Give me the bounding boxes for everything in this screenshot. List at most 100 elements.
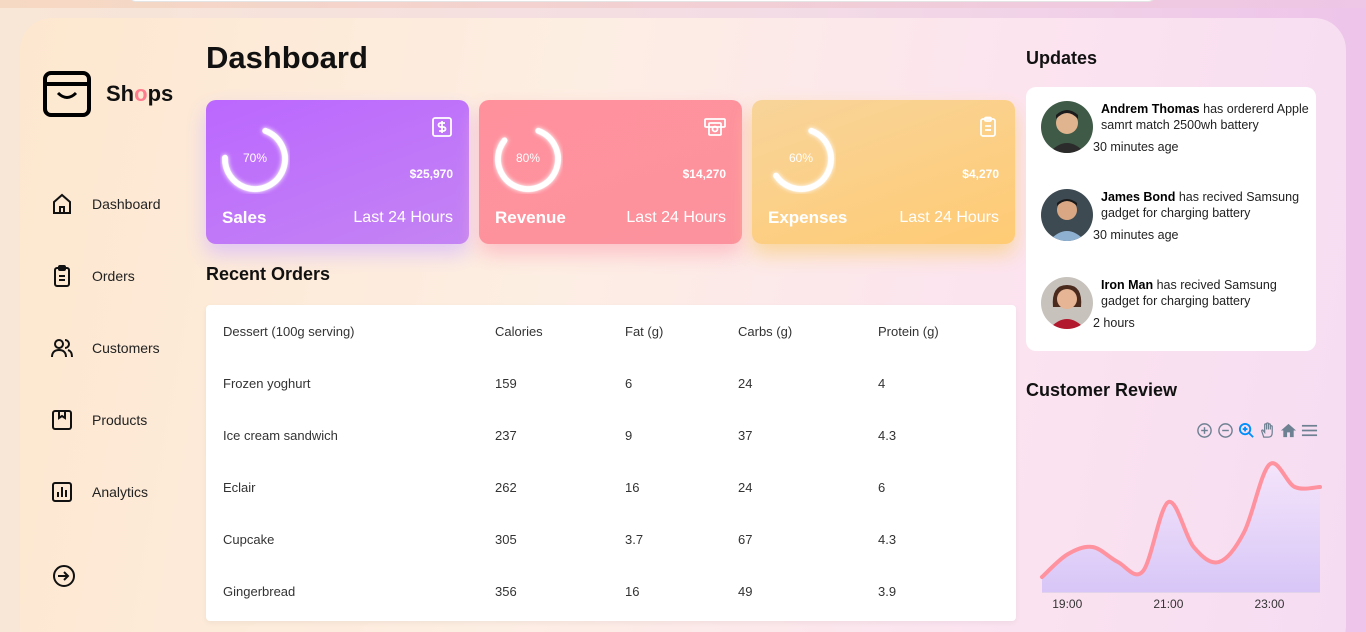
table-row[interactable]: Gingerbread 356 16 49 3.9 <box>206 565 1016 617</box>
table-cell: 49 <box>738 583 753 599</box>
column-header[interactable]: Carbs (g) <box>738 305 878 357</box>
money-icon <box>704 118 726 136</box>
table-cell: 3.9 <box>878 583 897 599</box>
update-item[interactable]: Iron Man has recived Samsung gadget for … <box>1041 277 1301 365</box>
table-cell: 356 <box>495 583 517 599</box>
table-row[interactable]: Cupcake 305 3.7 67 4.3 <box>206 513 1016 565</box>
update-time: 30 minutes age <box>1093 140 1179 154</box>
table-cell: 9 <box>625 427 633 443</box>
sales-period: Last 24 Hours <box>353 209 453 226</box>
table-cell: 305 <box>495 531 517 547</box>
summary-cards: 70% $25,970 Sales Last 24 Hours 80% $14,… <box>206 100 1015 244</box>
expenses-label: Expenses <box>768 208 848 227</box>
revenue-card[interactable]: 80% $14,270 Revenue Last 24 Hours <box>479 100 742 244</box>
table-row[interactable]: Eclair 262 16 24 6 <box>206 461 1016 513</box>
table-cell: 16 <box>625 583 640 599</box>
column-header[interactable]: Dessert (100g serving) <box>206 305 495 357</box>
table-cell: Frozen yoghurt <box>223 375 311 391</box>
expenses-value: $4,270 <box>962 167 999 181</box>
table-cell: 6 <box>878 479 886 495</box>
update-time: 2 hours <box>1093 316 1135 330</box>
brand-name: Shops <box>106 81 174 106</box>
table-cell: Cupcake <box>223 531 275 547</box>
updates-title: Updates <box>1026 48 1098 68</box>
table-cell: 67 <box>738 531 753 547</box>
table-row[interactable]: Frozen yoghurt 159 6 24 4 <box>206 357 1016 409</box>
sidebar-item-label: Products <box>92 412 148 428</box>
expenses-percent: 60% <box>788 151 814 165</box>
update-item[interactable]: James Bond has recived Samsung gadget fo… <box>1041 189 1301 277</box>
column-header[interactable]: Fat (g) <box>625 305 738 357</box>
table-cell: 24 <box>738 375 753 391</box>
revenue-value: $14,270 <box>682 167 726 181</box>
sidebar-item-label: Orders <box>92 268 135 284</box>
table-cell: 159 <box>495 375 517 391</box>
bar-chart-icon <box>52 482 72 502</box>
table-cell: 16 <box>625 479 640 495</box>
revenue-period: Last 24 Hours <box>626 209 726 226</box>
update-text: Andrem Thomas has ordererd Apple samrt m… <box>1101 102 1309 132</box>
revenue-label: Revenue <box>495 208 566 227</box>
sales-percent: 70% <box>242 151 268 165</box>
sidebar-item-label: Dashboard <box>92 196 161 212</box>
dollar-icon <box>432 117 452 137</box>
recent-orders-title: Recent Orders <box>206 264 331 284</box>
table-row[interactable]: Ice cream sandwich 237 9 37 4.3 <box>206 409 1016 461</box>
users-icon <box>51 339 73 358</box>
sidebar-item-customers[interactable]: Customers <box>50 312 161 384</box>
table-header-row: Dessert (100g serving) Calories Fat (g) … <box>206 305 1016 357</box>
home-icon <box>53 193 71 214</box>
table-cell: 4 <box>878 375 886 391</box>
shopping-bag-icon <box>43 71 91 117</box>
sidebar-item-label: Customers <box>92 340 160 356</box>
sidebar-nav: Dashboard Orders Customers Products Anal… <box>50 168 161 528</box>
table-cell: Eclair <box>223 479 256 495</box>
table-cell: 37 <box>738 427 753 443</box>
x-tick-label: 19:00 <box>1052 597 1082 610</box>
sign-out-icon[interactable] <box>52 564 76 588</box>
x-tick-label: 21:00 <box>1153 597 1183 610</box>
customer-review-title: Customer Review <box>1026 380 1178 400</box>
updates-panel: Andrem Thomas has ordererd Apple samrt m… <box>1026 87 1316 351</box>
sidebar-item-label: Analytics <box>92 484 149 500</box>
revenue-percent: 80% <box>515 151 541 165</box>
update-text: Iron Man has recived Samsung gadget for … <box>1101 278 1277 308</box>
table-cell: 6 <box>625 375 633 391</box>
update-text: James Bond has recived Samsung gadget fo… <box>1101 190 1300 220</box>
expenses-period: Last 24 Hours <box>899 209 999 226</box>
expenses-card[interactable]: 60% $4,270 Expenses Last 24 Hours <box>752 100 1015 244</box>
sales-card[interactable]: 70% $25,970 Sales Last 24 Hours <box>206 100 469 244</box>
column-header[interactable]: Calories <box>495 305 625 357</box>
app-window: Shops Dashboard Orders Customers Product… <box>20 18 1346 632</box>
sidebar-item-orders[interactable]: Orders <box>50 240 161 312</box>
clipboard-icon <box>980 116 996 137</box>
avatar <box>1041 189 1093 241</box>
table-cell: 4.3 <box>878 427 897 443</box>
sidebar-item-analytics[interactable]: Analytics <box>50 456 161 528</box>
update-item[interactable]: Andrem Thomas has ordererd Apple samrt m… <box>1041 101 1309 189</box>
table-cell: 237 <box>495 427 517 443</box>
sidebar-item-dashboard[interactable]: Dashboard <box>50 168 161 240</box>
brand-logo[interactable]: Shops <box>42 70 173 118</box>
recent-orders-table: Dessert (100g serving) Calories Fat (g) … <box>206 305 1016 621</box>
table-cell: 24 <box>738 479 753 495</box>
table-cell: 4.3 <box>878 531 897 547</box>
column-header[interactable]: Protein (g) <box>878 305 1016 357</box>
package-icon <box>52 410 72 430</box>
table-cell: Gingerbread <box>223 583 296 599</box>
table-cell: 3.7 <box>625 531 644 547</box>
browser-address-bar[interactable] <box>128 0 1156 2</box>
sidebar-item-products[interactable]: Products <box>50 384 161 456</box>
customer-review-chart: 19:00 21:00 23:00 <box>1040 461 1322 610</box>
sales-value: $25,970 <box>409 167 453 181</box>
browser-top-strip <box>0 0 1366 8</box>
table-cell: 262 <box>495 479 517 495</box>
page-title: Dashboard <box>206 40 368 75</box>
avatar <box>1041 277 1093 329</box>
sales-label: Sales <box>222 208 267 227</box>
avatar <box>1041 101 1093 153</box>
table-cell: Ice cream sandwich <box>223 427 338 443</box>
update-time: 30 minutes age <box>1093 228 1179 242</box>
clipboard-icon <box>54 265 70 287</box>
x-tick-label: 23:00 <box>1254 597 1284 610</box>
